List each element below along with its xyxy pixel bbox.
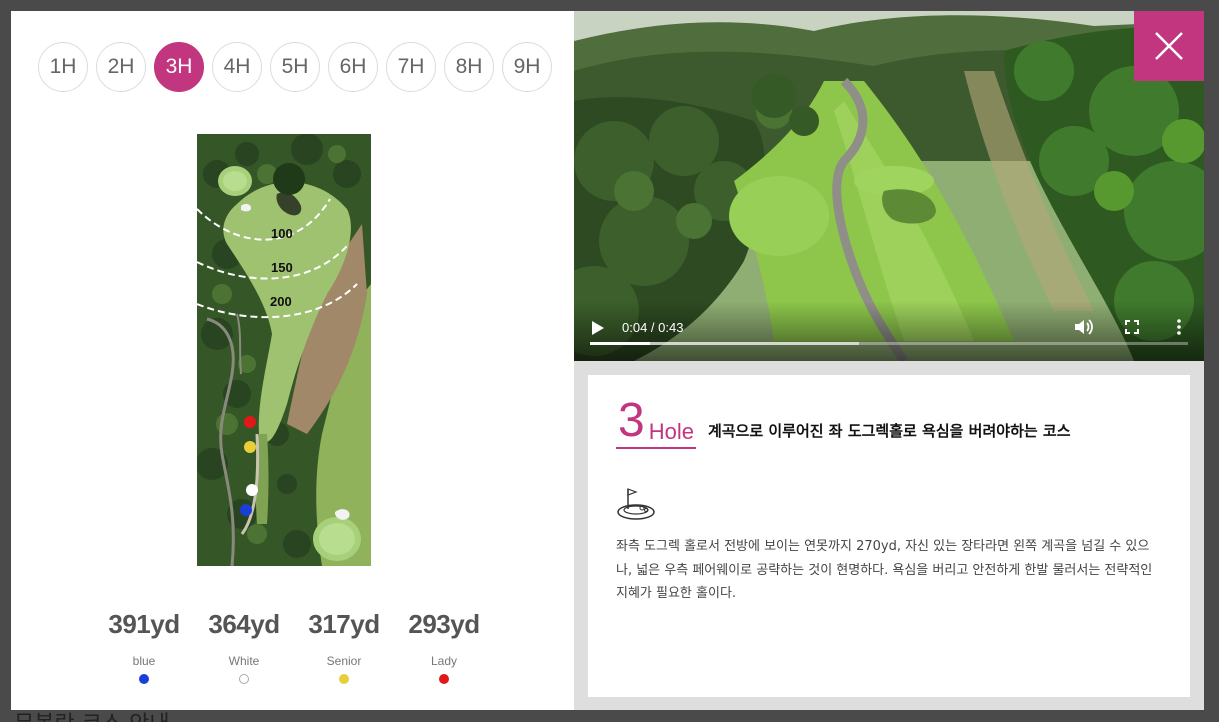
hole-number-badge: 3 Hole	[616, 397, 696, 449]
hole-tab-9[interactable]: 9H	[502, 42, 552, 92]
hole-tab-4[interactable]: 4H	[212, 42, 262, 92]
hole-aerial-map: 100 150 200	[197, 134, 371, 566]
close-icon	[1155, 32, 1183, 60]
tee-marker-lady	[244, 416, 256, 428]
close-button[interactable]	[1134, 11, 1204, 81]
hole-map-panel: 1H 2H 3H 4H 5H 6H 7H 8H 9H 100 150 200 3…	[11, 11, 574, 710]
tee-blue-label: blue	[132, 654, 156, 668]
tee-white-dot	[239, 674, 249, 684]
tee-lady: 293yd Lady	[394, 609, 494, 684]
tee-lady-yardage: 293yd	[408, 609, 480, 639]
tee-blue: 391yd blue	[94, 609, 194, 684]
video-time: 0:04 / 0:43	[622, 320, 684, 335]
hole-detail-panel: 0:04 / 0:43 3 Hole 계곡으로 이루어진 좌 도그렉홀로 욕심을…	[574, 11, 1204, 710]
distance-marker-100: 100	[271, 226, 293, 241]
tee-white: 364yd White	[194, 609, 294, 684]
tee-senior-yardage: 317yd	[308, 609, 380, 639]
tee-marker-blue	[240, 504, 252, 516]
video-controls: 0:04 / 0:43	[574, 301, 1204, 361]
hole-description: 좌측 도그렉 홀로서 전방에 보이는 연못까지 270yd, 자신 있는 장타라…	[616, 539, 1153, 601]
tee-senior: 317yd Senior	[294, 609, 394, 684]
hole-tab-3[interactable]: 3H	[154, 42, 204, 92]
tee-marker-senior	[244, 441, 256, 453]
play-icon[interactable]	[591, 320, 605, 336]
video-played-bar	[590, 342, 650, 345]
tee-blue-dot	[139, 674, 149, 684]
hole-tab-1[interactable]: 1H	[38, 42, 88, 92]
tee-marker-white	[246, 484, 258, 496]
volume-icon[interactable]	[1074, 318, 1094, 336]
tee-white-label: White	[228, 654, 260, 668]
hole-tab-5[interactable]: 5H	[270, 42, 320, 92]
putting-green-flag-icon	[617, 488, 655, 520]
hole-subtitle: 계곡으로 이루어진 좌 도그렉홀로 욕심을 버려야하는 코스	[707, 422, 1071, 440]
hole-tab-7[interactable]: 7H	[386, 42, 436, 92]
tee-senior-label: Senior	[326, 654, 362, 668]
hole-number: 3	[618, 394, 645, 447]
course-modal: 1H 2H 3H 4H 5H 6H 7H 8H 9H 100 150 200 3…	[11, 11, 1204, 710]
more-options-icon[interactable]	[1175, 318, 1183, 336]
hole-tab-2[interactable]: 2H	[96, 42, 146, 92]
tee-lady-dot	[439, 674, 449, 684]
hole-tabs: 1H 2H 3H 4H 5H 6H 7H 8H 9H	[38, 42, 552, 92]
hole-heading: 3 Hole 계곡으로 이루어진 좌 도그렉홀로 욕심을 버려야하는 코스	[616, 397, 1071, 449]
tee-blue-yardage: 391yd	[108, 609, 180, 639]
hole-info-card: 3 Hole 계곡으로 이루어진 좌 도그렉홀로 욕심을 버려야하는 코스 좌측…	[588, 375, 1190, 697]
tee-yardages: 391yd blue 364yd White 317yd Senior 293y…	[94, 609, 494, 684]
distance-marker-150: 150	[271, 260, 293, 275]
tee-senior-dot	[339, 674, 349, 684]
tee-lady-label: Lady	[430, 654, 458, 668]
hole-word: Hole	[648, 419, 694, 444]
tee-white-yardage: 364yd	[208, 609, 280, 639]
fullscreen-icon[interactable]	[1125, 320, 1139, 334]
distance-marker-200: 200	[270, 294, 292, 309]
hole-tab-6[interactable]: 6H	[328, 42, 378, 92]
hole-flyover-video[interactable]: 0:04 / 0:43	[574, 11, 1204, 361]
hole-tab-8[interactable]: 8H	[444, 42, 494, 92]
video-progress-bar[interactable]	[590, 342, 1188, 345]
